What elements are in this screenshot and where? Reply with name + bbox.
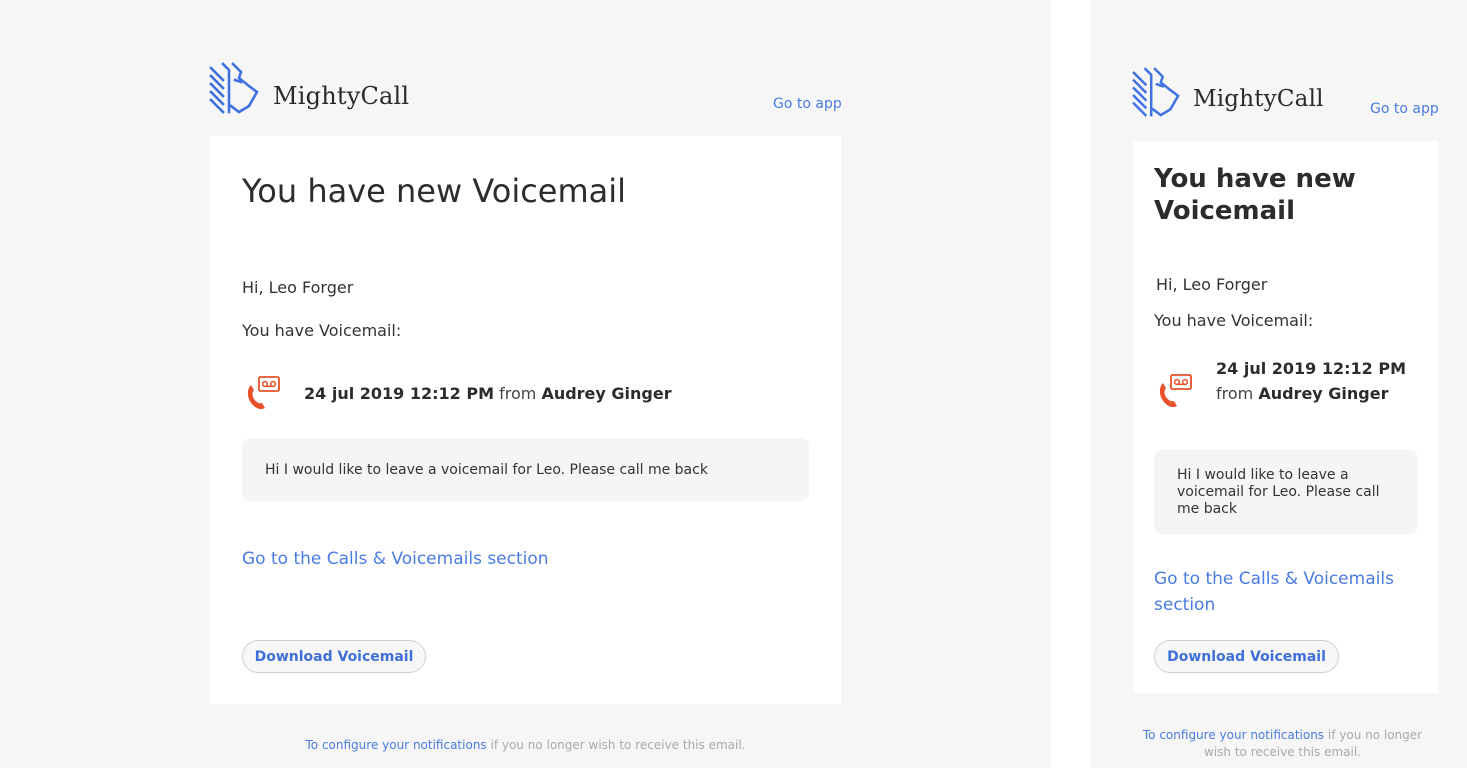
email-header: MightyCall bbox=[1132, 67, 1324, 119]
email-title: You have new Voicemail bbox=[1154, 164, 1356, 226]
email-header: MightyCall bbox=[209, 62, 409, 116]
go-to-app-link[interactable]: Go to app bbox=[1370, 101, 1439, 117]
caller-name: Audrey Ginger bbox=[1258, 384, 1389, 403]
lion-head-logo-icon bbox=[1132, 67, 1180, 117]
download-voicemail-button[interactable]: Download Voicemail bbox=[242, 640, 426, 673]
email-card: You have new Voicemail Hi, Leo Forger Yo… bbox=[1133, 141, 1438, 693]
desktop-email-view: MightyCall Go to app You have new Voicem… bbox=[0, 0, 1051, 768]
brand-name: MightyCall bbox=[1193, 86, 1324, 112]
brand-name: MightyCall bbox=[273, 82, 410, 110]
configure-notifications-link[interactable]: To configure your notifications bbox=[1143, 728, 1324, 742]
calls-voicemails-link[interactable]: Go to the Calls & Voicemails section bbox=[1154, 566, 1404, 618]
go-to-app-link[interactable]: Go to app bbox=[773, 96, 842, 112]
voicemail-datetime: 24 jul 2019 12:12 PM bbox=[304, 383, 495, 403]
email-title: You have new Voicemail bbox=[242, 172, 627, 210]
email-footer: To configure your notifications if you n… bbox=[1130, 727, 1435, 761]
voicemail-info: 24 jul 2019 12:12 PM from Audrey Ginger bbox=[1156, 356, 1406, 408]
voicemail-info: 24 jul 2019 12:12 PM from Audrey Ginger bbox=[244, 376, 672, 410]
voicemail-datetime: 24 jul 2019 12:12 PM bbox=[1216, 359, 1407, 378]
voicemail-phone-icon bbox=[247, 376, 280, 410]
footer-text: if you no longer wish to receive this em… bbox=[486, 738, 746, 752]
email-footer: To configure your notifications if you n… bbox=[0, 738, 1051, 752]
voicemail-meta: 24 jul 2019 12:12 PM from Audrey Ginger bbox=[304, 384, 672, 403]
voicemail-transcript: Hi I would like to leave a voicemail for… bbox=[242, 438, 809, 501]
caller-name: Audrey Ginger bbox=[541, 383, 672, 403]
greeting: Hi, Leo Forger bbox=[1156, 275, 1268, 294]
lion-head-logo-icon bbox=[209, 62, 259, 114]
email-card: You have new Voicemail Hi, Leo Forger Yo… bbox=[210, 136, 841, 704]
voicemail-intro: You have Voicemail: bbox=[1154, 311, 1314, 330]
configure-notifications-link[interactable]: To configure your notifications bbox=[306, 738, 487, 752]
calls-voicemails-link[interactable]: Go to the Calls & Voicemails section bbox=[242, 549, 549, 569]
download-voicemail-button[interactable]: Download Voicemail bbox=[1154, 640, 1339, 673]
voicemail-intro: You have Voicemail: bbox=[242, 321, 402, 340]
greeting: Hi, Leo Forger bbox=[242, 278, 354, 297]
voicemail-phone-icon bbox=[1159, 374, 1192, 408]
voicemail-transcript: Hi I would like to leave a voicemail for… bbox=[1154, 450, 1418, 534]
from-label: from bbox=[1216, 384, 1254, 403]
from-label: from bbox=[499, 383, 537, 403]
mobile-email-view: MightyCall Go to app You have new Voicem… bbox=[1090, 0, 1467, 768]
voicemail-meta: 24 jul 2019 12:12 PM from Audrey Ginger bbox=[1216, 356, 1406, 406]
